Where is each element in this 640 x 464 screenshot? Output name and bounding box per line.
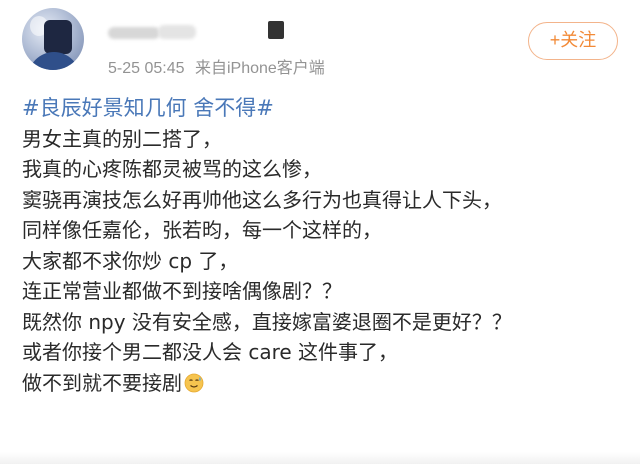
username-obscured[interactable] bbox=[108, 21, 284, 43]
post-time: 5-25 05:45 bbox=[108, 60, 185, 77]
post-source: 来自iPhone客户端 bbox=[194, 60, 325, 77]
post-line: 做不到就不要接剧 bbox=[22, 370, 182, 395]
post-line: 既然你 npy 没有安全感，直接嫁富婆退圈不是更好？？ bbox=[22, 309, 512, 334]
post-line: 我真的心疼陈都灵被骂的这么惨， bbox=[22, 157, 322, 181]
post-card: 5-25 05:45 来自iPhone客户端 +关注 #良辰好景知几何 舍不得#… bbox=[0, 0, 640, 464]
card-bottom-edge bbox=[0, 452, 640, 464]
post-line: 男女主真的别二搭了， bbox=[22, 126, 222, 151]
post-meta: 5-25 05:45 来自iPhone客户端 bbox=[108, 54, 331, 78]
blurred-name-mark bbox=[268, 21, 284, 39]
avatar[interactable] bbox=[22, 8, 84, 70]
post-header: 5-25 05:45 来自iPhone客户端 +关注 bbox=[0, 0, 640, 88]
blurred-name-part bbox=[158, 25, 196, 39]
avatar-shoulder bbox=[28, 52, 80, 70]
hashtag-link[interactable]: #良辰好景知几何 舍不得# bbox=[22, 93, 622, 124]
sweat-smile-emoji bbox=[184, 373, 204, 392]
post-last-line: 做不到就不要接剧 bbox=[22, 368, 622, 399]
post-line: 或者你接个男二都没人会 care 这件事了， bbox=[22, 340, 399, 364]
blurred-name-part bbox=[108, 27, 160, 39]
post-line: 窦骁再演技怎么好再帅他这么多行为也真得让人下头， bbox=[22, 187, 502, 212]
post-body: #良辰好景知几何 舍不得# 男女主真的别二搭了， 我真的心疼陈都灵被骂的这么惨，… bbox=[22, 93, 622, 398]
post-line: 大家都不求你炒 cp 了， bbox=[22, 248, 239, 273]
post-line: 连正常营业都做不到接啥偶像剧？？ bbox=[22, 279, 342, 303]
follow-button[interactable]: +关注 bbox=[528, 22, 618, 60]
avatar-blurred-face bbox=[44, 20, 72, 54]
post-line: 同样像任嘉伦，张若昀，每一个这样的， bbox=[22, 218, 382, 242]
